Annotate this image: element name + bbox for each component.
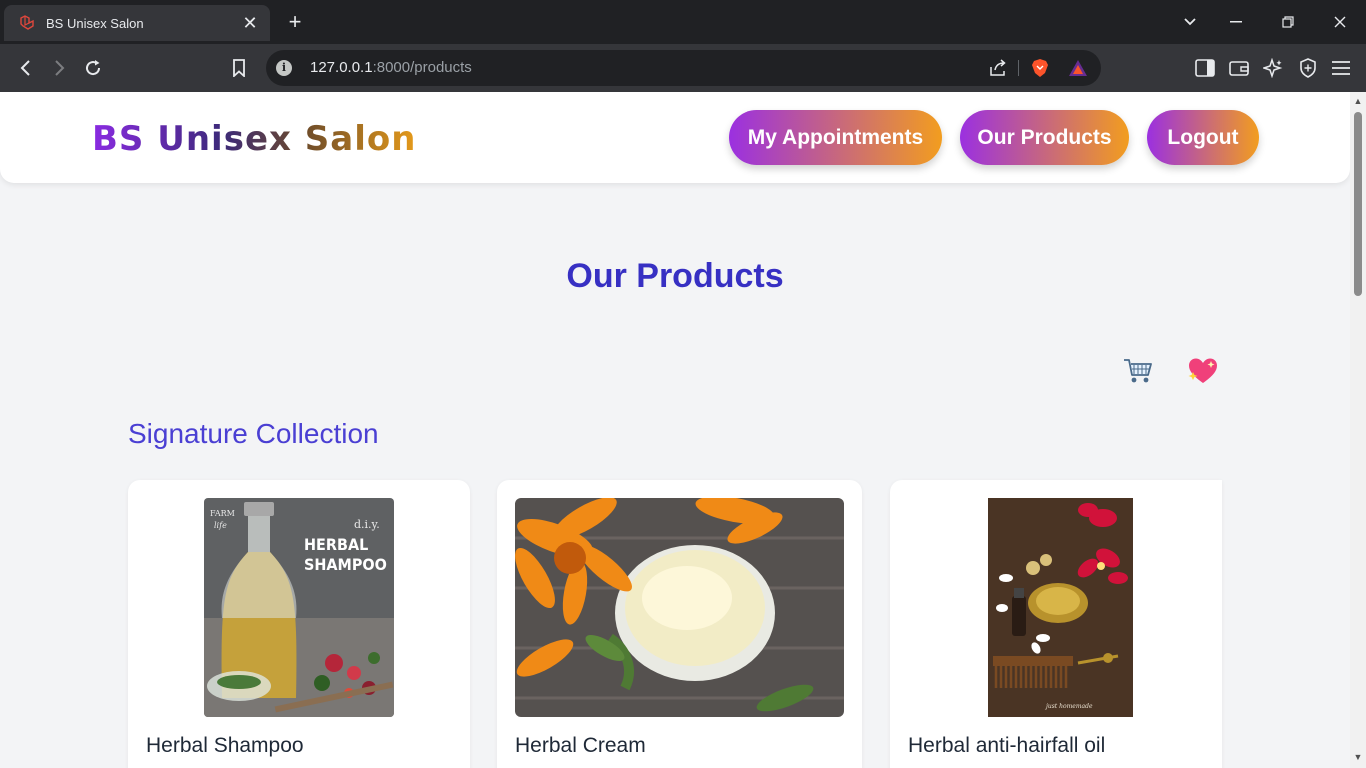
tab-search-chevron-icon[interactable] <box>1170 8 1210 36</box>
image-text-life: life <box>214 521 227 530</box>
sparkling-heart-icon[interactable] <box>1186 354 1220 388</box>
back-arrow-icon[interactable] <box>12 54 40 82</box>
page-scrollbar[interactable]: ▲ ▼ <box>1350 92 1366 768</box>
image-text-shampoo: SHAMPOO <box>304 555 387 574</box>
section-title: Signature Collection <box>128 418 379 449</box>
herbal-anti-hairfall-oil-image[interactable]: just homemade <box>988 498 1133 717</box>
address-bar[interactable]: i 127.0.0.1:8000/products <box>266 50 1101 86</box>
brave-shields-icon[interactable] <box>1030 58 1050 78</box>
browser-tabbar: BS Unisex Salon ✕ + <box>0 0 1366 44</box>
nav-logout-button[interactable]: Logout <box>1147 110 1259 165</box>
minimize-window-icon[interactable] <box>1216 8 1256 36</box>
share-icon[interactable] <box>988 58 1008 78</box>
page-title: Our Products <box>566 257 784 295</box>
product-card-herbal-shampoo[interactable]: FARM life d.i.y. HERBAL SHAMPOO Herbal S… <box>128 480 470 768</box>
herbal-shampoo-image[interactable]: FARM life d.i.y. HERBAL SHAMPOO <box>204 498 394 717</box>
nav-my-appointments-button[interactable]: My Appointments <box>729 110 942 165</box>
bookmark-icon[interactable] <box>225 54 253 82</box>
sidebar-toggle-icon[interactable] <box>1194 57 1216 79</box>
forward-arrow-icon[interactable] <box>45 54 73 82</box>
image-text-farm: FARM <box>210 509 235 518</box>
product-name[interactable]: Herbal Shampoo <box>146 734 304 758</box>
browser-toolbar: i 127.0.0.1:8000/products <box>0 44 1366 92</box>
site-info-icon[interactable]: i <box>276 60 292 76</box>
browser-tab[interactable]: BS Unisex Salon ✕ <box>4 5 270 41</box>
scroll-down-arrow-icon[interactable]: ▼ <box>1353 752 1363 762</box>
product-name[interactable]: Herbal anti-hairfall oil <box>908 734 1105 758</box>
nav-our-products-button[interactable]: Our Products <box>960 110 1129 165</box>
close-window-icon[interactable] <box>1320 8 1360 36</box>
product-card-herbal-anti-hairfall-oil[interactable]: just homemade Herbal anti-hairfall oil <box>890 480 1222 768</box>
product-name[interactable]: Herbal Cream <box>515 734 646 758</box>
leo-ai-icon[interactable] <box>1262 57 1284 79</box>
reload-icon[interactable] <box>79 54 107 82</box>
brave-rewards-icon[interactable] <box>1068 58 1088 78</box>
laravel-favicon-icon <box>18 14 36 32</box>
menu-hamburger-icon[interactable] <box>1330 57 1352 79</box>
vpn-shield-icon[interactable] <box>1297 57 1319 79</box>
brand-logo[interactable]: BS Unisex Salon <box>92 119 416 159</box>
restore-window-icon[interactable] <box>1268 8 1308 36</box>
scroll-up-arrow-icon[interactable]: ▲ <box>1353 96 1363 106</box>
close-tab-icon[interactable]: ✕ <box>240 13 260 33</box>
tab-title: BS Unisex Salon <box>46 15 144 31</box>
page-viewport: BS Unisex Salon My Appointments Our Prod… <box>0 92 1350 768</box>
address-url[interactable]: 127.0.0.1:8000/products <box>310 59 472 76</box>
product-card-herbal-cream[interactable]: Herbal Cream <box>497 480 862 768</box>
scrollbar-thumb[interactable] <box>1354 112 1362 296</box>
new-tab-icon[interactable]: + <box>284 10 306 34</box>
wallet-icon[interactable] <box>1228 57 1250 79</box>
shopping-cart-icon[interactable] <box>1121 354 1155 388</box>
image-text-just-homemade: just homemade <box>1044 703 1093 710</box>
image-text-diy: d.i.y. <box>354 518 380 531</box>
image-text-herbal: HERBAL <box>304 535 368 554</box>
herbal-cream-image[interactable] <box>515 498 844 717</box>
site-header: BS Unisex Salon My Appointments Our Prod… <box>0 92 1350 183</box>
